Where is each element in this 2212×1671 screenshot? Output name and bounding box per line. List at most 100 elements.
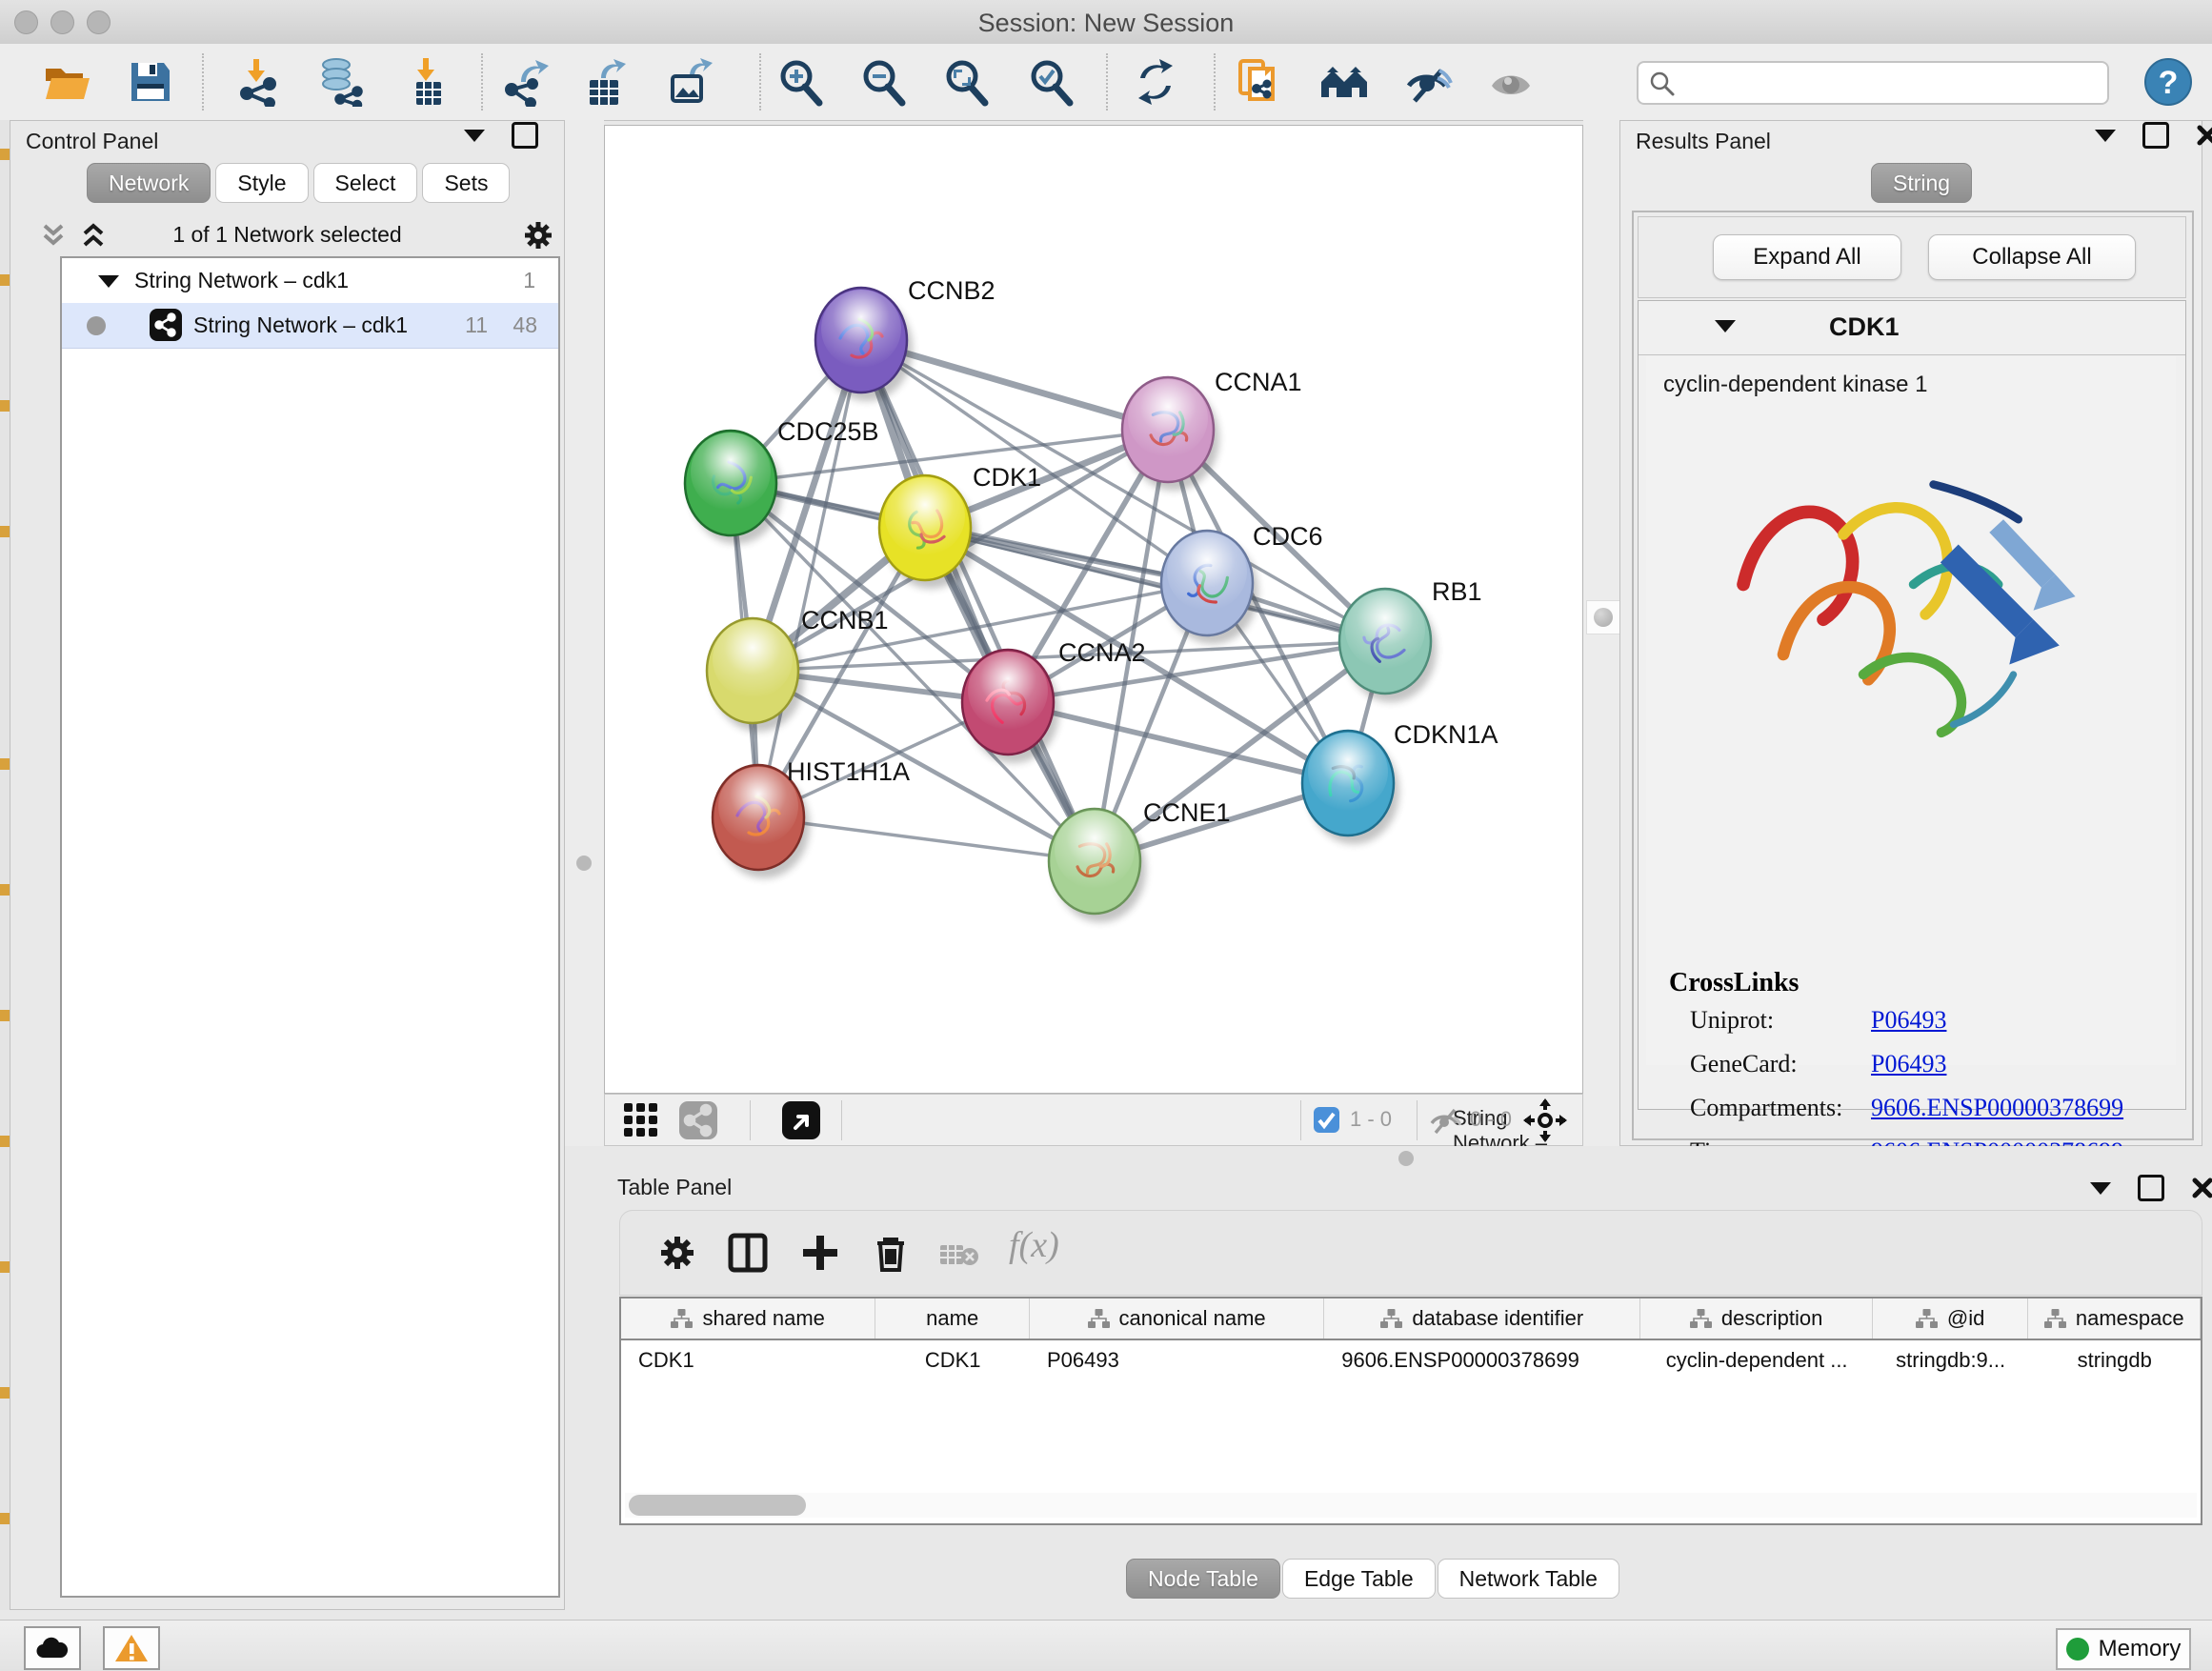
network-canvas[interactable]: CCNB2CCNA1CDC25BCDK1CDC6RB1CCNB1CCNA2CDK… <box>604 125 1583 1094</box>
tab-network[interactable]: Network <box>87 163 211 203</box>
network-node-ccnb2[interactable]: CCNB2 <box>815 276 995 401</box>
network-node-cdkn1a[interactable]: CDKN1A <box>1302 720 1498 844</box>
tab-edge-table[interactable]: Edge Table <box>1282 1559 1436 1599</box>
scrollbar-thumb[interactable] <box>629 1495 806 1516</box>
collection-expand-caret[interactable] <box>98 275 119 288</box>
control-panel-menu-icon[interactable] <box>464 130 485 142</box>
tab-string[interactable]: String <box>1871 163 1972 203</box>
node-label: HIST1H1A <box>787 757 910 786</box>
column-header--id[interactable]: @id <box>1873 1299 2029 1339</box>
export-network-icon[interactable] <box>500 57 550 107</box>
export-image-icon[interactable] <box>665 57 714 107</box>
network-node-ccne1[interactable]: CCNE1 <box>1049 798 1231 922</box>
column-header-namespace[interactable]: namespace <box>2028 1299 2201 1339</box>
gene-section-header[interactable]: CDK1 <box>1639 301 2185 355</box>
network-status-dot <box>87 316 106 335</box>
table-data-row[interactable]: CDK1CDK1P064939606.ENSP00000378699cyclin… <box>621 1340 2201 1380</box>
horizontal-splitter[interactable] <box>604 1146 2202 1170</box>
table-cell: stringdb <box>2028 1340 2201 1380</box>
left-splitter[interactable] <box>565 120 604 1146</box>
gene-expand-caret[interactable] <box>1715 320 1736 332</box>
cloud-button[interactable] <box>24 1626 81 1670</box>
column-header-description[interactable]: description <box>1640 1299 1872 1339</box>
network-node-hist1h1a[interactable]: HIST1H1A <box>713 757 910 878</box>
network-node-ccnb1[interactable]: CCNB1 <box>707 606 889 732</box>
open-session-icon[interactable] <box>42 57 91 107</box>
tab-node-table[interactable]: Node Table <box>1126 1559 1280 1599</box>
network-options-gear-icon[interactable] <box>521 218 555 252</box>
network-row-selected[interactable]: String Network – cdk1 11 48 <box>62 303 558 349</box>
import-network-file-icon[interactable] <box>233 57 283 107</box>
crosslink-link[interactable]: 9606.ENSP00000378699 <box>1871 1094 2123 1122</box>
help-icon[interactable]: ? <box>2143 57 2193 107</box>
results-panel-close-icon[interactable] <box>2196 124 2212 147</box>
hidden-eye-icon <box>1428 1104 1464 1137</box>
table-options-gear-icon[interactable] <box>656 1232 698 1274</box>
table-panel-menu-icon[interactable] <box>2090 1182 2111 1195</box>
table-panel-close-icon[interactable] <box>2191 1177 2212 1199</box>
show-all-icon[interactable] <box>1486 57 1536 107</box>
zoom-out-icon[interactable] <box>858 57 908 107</box>
control-panel: Control Panel NetworkStyleSelectSets 1 o… <box>10 120 565 1610</box>
import-network-database-icon[interactable] <box>313 57 363 107</box>
gene-section: CDK1 cyclin-dependent kinase 1 <box>1638 300 2186 1110</box>
tab-network-table[interactable]: Network Table <box>1438 1559 1619 1599</box>
network-collection-row[interactable]: String Network – cdk1 1 <box>62 258 558 303</box>
toolbar-separator <box>1214 53 1216 111</box>
network-node-cdc6[interactable]: CDC6 <box>1161 522 1323 644</box>
search-input[interactable] <box>1686 67 2100 97</box>
crosslink-row: Compartments:9606.ENSP00000378699 <box>1669 1086 1799 1130</box>
refresh-icon[interactable] <box>1131 57 1180 107</box>
table-panel-float-icon[interactable] <box>2138 1175 2164 1201</box>
network-graph[interactable]: CCNB2CCNA1CDC25BCDK1CDC6RB1CCNB1CCNA2CDK… <box>605 126 1582 1093</box>
crosslink-link[interactable]: P06493 <box>1871 1006 1946 1035</box>
column-header-database-identifier[interactable]: database identifier <box>1324 1299 1640 1339</box>
create-column-icon[interactable] <box>799 1232 841 1274</box>
import-table-icon[interactable] <box>401 57 451 107</box>
control-panel-float-icon[interactable] <box>512 122 538 149</box>
right-splitter-handle[interactable] <box>1586 600 1620 634</box>
column-header-canonical-name[interactable]: canonical name <box>1030 1299 1324 1339</box>
tab-style[interactable]: Style <box>215 163 308 203</box>
save-session-icon[interactable] <box>126 57 175 107</box>
first-neighbors-icon[interactable] <box>1319 57 1369 107</box>
collapse-all-button[interactable]: Collapse All <box>1928 234 2136 280</box>
zoom-fit-icon[interactable] <box>941 57 991 107</box>
results-panel-menu-icon[interactable] <box>2095 130 2116 142</box>
warnings-button[interactable] <box>103 1626 160 1670</box>
column-header-shared-name[interactable]: shared name <box>621 1299 875 1339</box>
grid-view-icon[interactable] <box>622 1101 660 1139</box>
hide-selected-icon[interactable] <box>1403 57 1453 107</box>
zoom-in-icon[interactable] <box>775 57 825 107</box>
birdseye-view-icon[interactable] <box>782 1101 820 1139</box>
memory-button[interactable]: Memory <box>2056 1628 2191 1670</box>
clone-network-icon[interactable] <box>1235 57 1284 107</box>
node-table: shared namenamecanonical namedatabase id… <box>619 1297 2202 1525</box>
delete-column-icon[interactable] <box>870 1232 912 1274</box>
network-label: String Network – cdk1 <box>193 312 408 338</box>
network-edge[interactable] <box>758 340 861 817</box>
expand-all-button[interactable]: Expand All <box>1713 234 1901 280</box>
network-node-cdk1[interactable]: CDK1 <box>879 463 1041 589</box>
toolbar-separator <box>1300 1100 1301 1140</box>
table-panel: Table Panel f(x) shared namenamecanonica… <box>604 1170 2202 1615</box>
network-view-icon[interactable] <box>679 1101 717 1139</box>
column-header-name[interactable]: name <box>875 1299 1030 1339</box>
memory-label: Memory <box>2099 1636 2182 1662</box>
selected-checkbox-icon[interactable] <box>1314 1107 1339 1133</box>
network-view-toolbar: String Network – cdk1 1 - 0 0 - 0 <box>604 1094 1583 1146</box>
network-edge-count: 48 <box>513 312 537 338</box>
window-title: Session: New Session <box>0 9 2212 38</box>
toolbar-separator <box>1106 53 1108 111</box>
tab-sets[interactable]: Sets <box>422 163 510 203</box>
table-horizontal-scrollbar[interactable] <box>625 1493 2197 1518</box>
export-table-icon[interactable] <box>582 57 632 107</box>
crosslink-link[interactable]: P06493 <box>1871 1050 1946 1078</box>
results-panel-float-icon[interactable] <box>2142 122 2169 149</box>
crosslink-row: GeneCard:P06493 <box>1669 1042 1799 1086</box>
network-node-rb1[interactable]: RB1 <box>1339 577 1482 702</box>
zoom-selected-icon[interactable] <box>1026 57 1076 107</box>
pan-move-icon[interactable] <box>1523 1098 1567 1142</box>
show-columns-icon[interactable] <box>727 1232 769 1274</box>
tab-select[interactable]: Select <box>313 163 418 203</box>
